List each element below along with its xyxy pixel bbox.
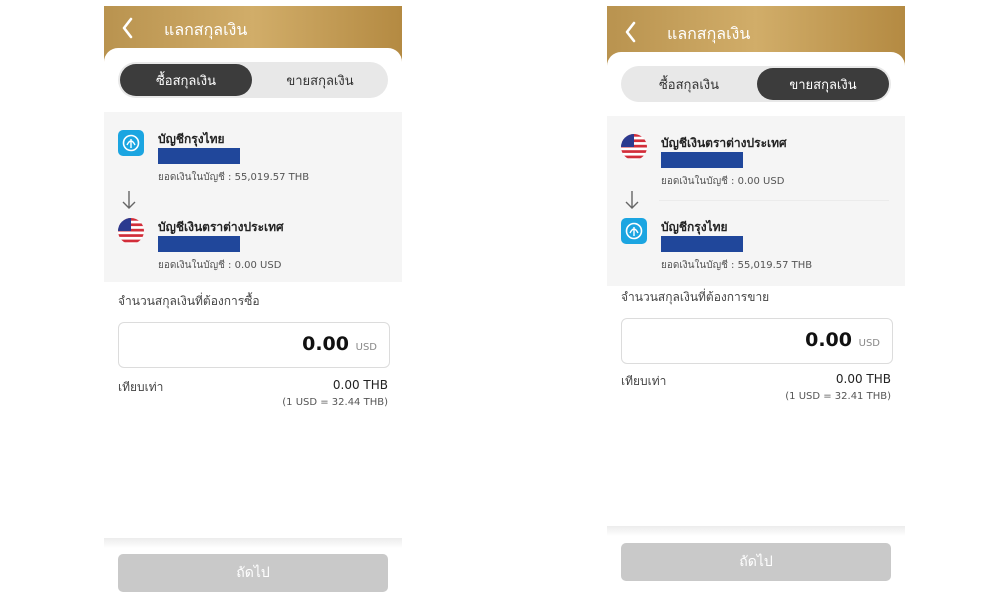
to-account-name: บัญชีเงินตราต่างประเทศ xyxy=(158,220,284,234)
page-title: แลกสกุลเงิน xyxy=(164,20,248,39)
equivalent-label: เทียบเท่า xyxy=(118,380,164,394)
footer-shadow xyxy=(104,538,402,548)
amount-unit: USD xyxy=(858,338,880,349)
equivalent-value: 0.00 THB xyxy=(332,378,388,392)
tab-sell-currency[interactable]: ขายสกุลเงิน xyxy=(254,64,386,96)
to-account-balance: ยอดเงินในบัญชี : 55,019.57 THB xyxy=(661,260,813,271)
buy-sell-toggle: ซื้อสกุลเงิน ขายสกุลเงิน xyxy=(621,66,891,102)
arrow-down-icon xyxy=(625,190,639,210)
from-account-name: บัญชีเงินตราต่างประเทศ xyxy=(661,136,787,150)
amount-unit: USD xyxy=(355,342,377,353)
from-account-balance: ยอดเงินในบัญชี : 0.00 USD xyxy=(661,176,785,187)
to-account[interactable]: บัญชีกรุงไทย ยอดเงินในบัญชี : 55,019.57 … xyxy=(621,214,891,274)
redacted-account-number xyxy=(661,236,743,252)
equivalent-label: เทียบเท่า xyxy=(621,374,667,388)
amount-label: จำนวนสกุลเงินที่ต้องการซื้อ xyxy=(118,294,260,308)
exchange-screen-buy: แลกสกุลเงิน ซื้อสกุลเงิน ขายสกุลเงิน บัญ… xyxy=(104,6,402,600)
us-flag-icon xyxy=(118,218,144,244)
from-account[interactable]: บัญชีกรุงไทย ยอดเงินในบัญชี : 55,019.57 … xyxy=(118,126,388,186)
tab-buy-currency[interactable]: ซื้อสกุลเงิน xyxy=(120,64,252,96)
from-account[interactable]: บัญชีเงินตราต่างประเทศ ยอดเงินในบัญชี : … xyxy=(621,130,891,190)
redacted-account-number xyxy=(158,148,240,164)
redacted-account-number xyxy=(661,152,743,168)
footer-shadow xyxy=(607,526,905,536)
krungthai-bank-icon xyxy=(118,130,144,156)
buy-sell-toggle: ซื้อสกุลเงิน ขายสกุลเงิน xyxy=(118,62,388,98)
account-transfer-panel: บัญชีกรุงไทย ยอดเงินในบัญชี : 55,019.57 … xyxy=(104,112,402,282)
account-transfer-panel: บัญชีเงินตราต่างประเทศ ยอดเงินในบัญชี : … xyxy=(607,116,905,286)
back-chevron-icon[interactable] xyxy=(120,16,136,40)
arrow-down-icon xyxy=(122,190,136,210)
to-account[interactable]: บัญชีเงินตราต่างประเทศ ยอดเงินในบัญชี : … xyxy=(118,214,388,274)
back-chevron-icon[interactable] xyxy=(623,20,639,44)
amount-input[interactable]: 0.00 USD xyxy=(621,318,893,364)
divider xyxy=(659,200,889,201)
content-panel: ซื้อสกุลเงิน ขายสกุลเงิน บัญชีเงินตราต่า… xyxy=(607,52,905,600)
redacted-account-number xyxy=(158,236,240,252)
tab-buy-currency[interactable]: ซื้อสกุลเงิน xyxy=(623,68,755,100)
us-flag-icon xyxy=(621,134,647,160)
exchange-rate: (1 USD = 32.41 THB) xyxy=(785,391,891,402)
from-account-balance: ยอดเงินในบัญชี : 55,019.57 THB xyxy=(158,172,310,183)
equivalent-value: 0.00 THB xyxy=(835,372,891,386)
exchange-rate: (1 USD = 32.44 THB) xyxy=(282,397,388,408)
amount-value: 0.00 xyxy=(302,333,349,355)
next-button[interactable]: ถัดไป xyxy=(118,554,388,592)
tab-sell-currency[interactable]: ขายสกุลเงิน xyxy=(757,68,889,100)
page-title: แลกสกุลเงิน xyxy=(667,24,751,43)
content-panel: ซื้อสกุลเงิน ขายสกุลเงิน บัญชีกรุงไทย ยอ… xyxy=(104,48,402,600)
amount-label: จำนวนสกุลเงินที่ต้องการขาย xyxy=(621,290,770,304)
krungthai-bank-icon xyxy=(621,218,647,244)
amount-input[interactable]: 0.00 USD xyxy=(118,322,390,368)
next-button[interactable]: ถัดไป xyxy=(621,543,891,581)
exchange-screen-sell: แลกสกุลเงิน ซื้อสกุลเงิน ขายสกุลเงิน บัญ… xyxy=(607,6,905,600)
from-account-name: บัญชีกรุงไทย xyxy=(158,132,225,146)
to-account-name: บัญชีกรุงไทย xyxy=(661,220,728,234)
to-account-balance: ยอดเงินในบัญชี : 0.00 USD xyxy=(158,260,282,271)
amount-value: 0.00 xyxy=(805,329,852,351)
